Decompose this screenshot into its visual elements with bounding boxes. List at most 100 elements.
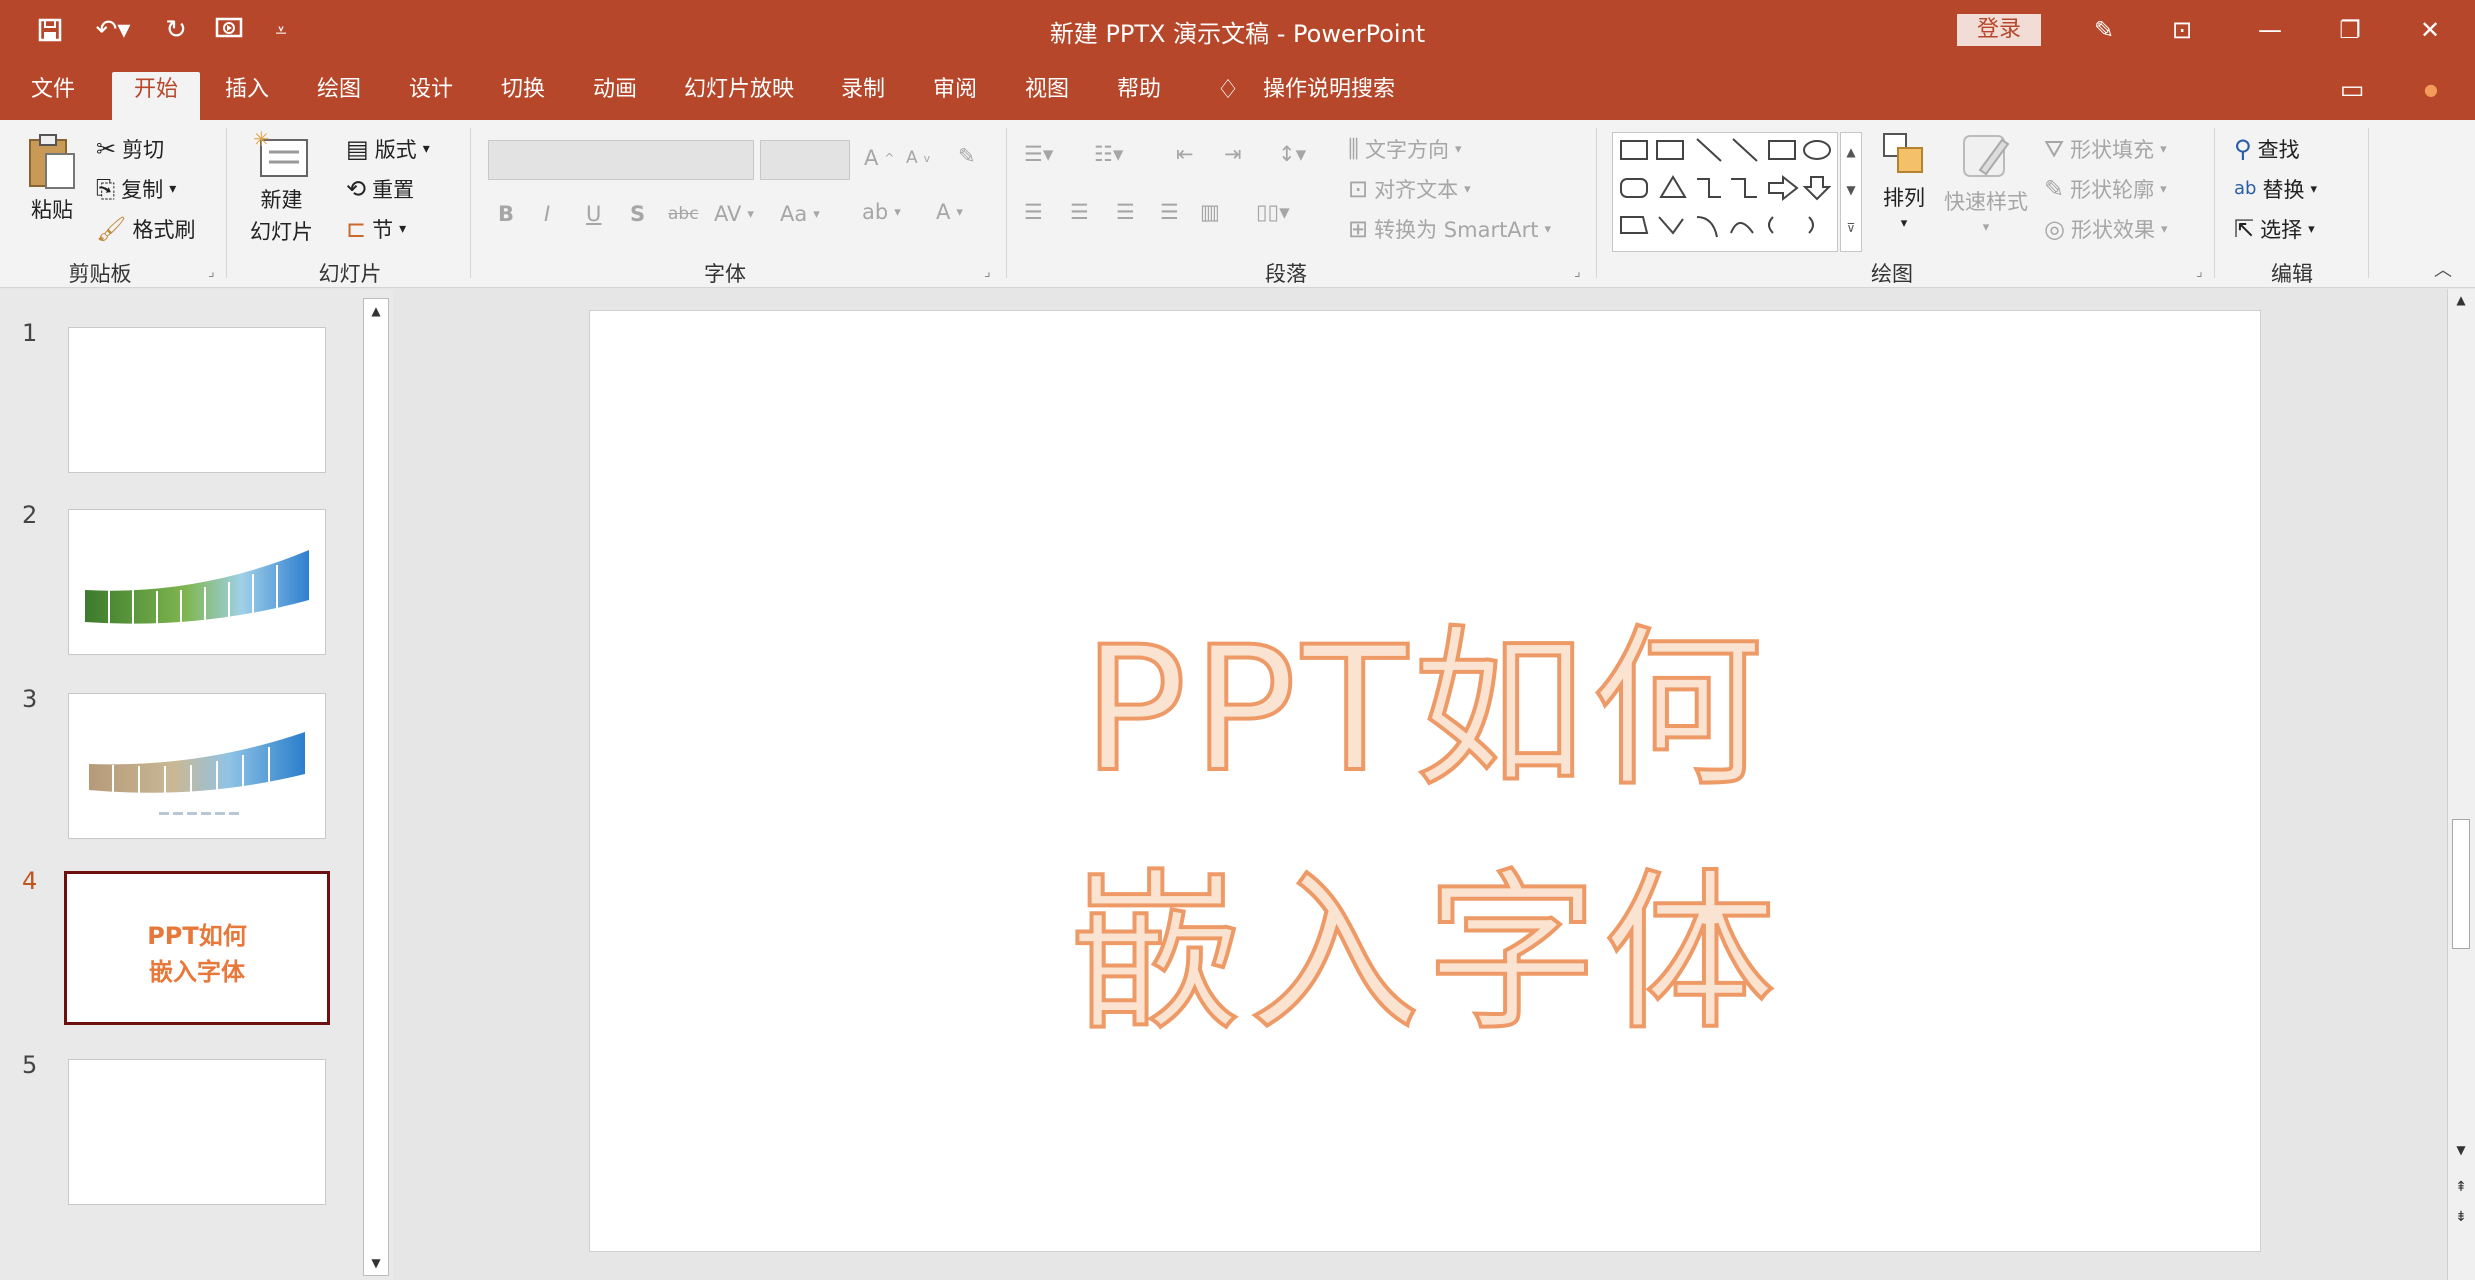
tab-design[interactable]: 设计 xyxy=(398,72,464,120)
brush-icon: 🖌 xyxy=(96,215,127,243)
slide-thumbnail-2[interactable] xyxy=(68,509,326,655)
slide-title-line2[interactable]: 嵌入字体 xyxy=(590,813,2262,1063)
replace-button[interactable]: ab 替换 ▾ xyxy=(2234,174,2317,204)
font-size-combo[interactable] xyxy=(760,140,850,180)
font-name-combo[interactable] xyxy=(488,140,754,180)
bullets-icon[interactable]: ☰▾ xyxy=(1024,142,1053,166)
text-direction-icon: ⫼ xyxy=(1348,135,1360,163)
minimize-icon[interactable]: — xyxy=(2240,10,2300,50)
numbering-icon[interactable]: ☷▾ xyxy=(1094,142,1123,166)
tab-view[interactable]: 视图 xyxy=(1014,72,1080,120)
comments-icon[interactable]: ▭ xyxy=(2330,72,2374,120)
char-spacing-label: AV xyxy=(714,202,742,226)
slide-title-line1[interactable]: PPT如何 xyxy=(590,569,2262,819)
tab-animations[interactable]: 动画 xyxy=(582,72,648,120)
distributed-icon[interactable]: ▥ xyxy=(1200,200,1220,224)
slide-canvas[interactable]: PPT如何 嵌入字体 xyxy=(589,310,2261,1252)
underline-button[interactable]: U xyxy=(586,202,601,226)
bold-button[interactable]: B xyxy=(498,202,514,226)
cut-button[interactable]: ✂ 剪切 xyxy=(96,134,164,164)
login-button[interactable]: 登录 xyxy=(1957,14,2041,46)
gallery-scroll-icon[interactable]: ▲ ▼ ⊽ xyxy=(1840,132,1862,252)
dialog-launcher-icon[interactable]: ⌟ xyxy=(984,264,991,280)
paste-icon xyxy=(29,134,75,189)
section-button[interactable]: ⊏ 节 ▾ xyxy=(346,214,406,244)
scroll-thumb[interactable] xyxy=(2452,819,2470,949)
increase-indent-icon[interactable]: ⇥ xyxy=(1224,142,1242,166)
collapse-ribbon-icon[interactable]: ︿ xyxy=(2434,256,2452,282)
smartart-button[interactable]: ⊞ 转换为 SmartArt ▾ xyxy=(1348,214,1551,244)
paste-button[interactable]: 粘贴 xyxy=(26,132,78,224)
tab-help[interactable]: 帮助 xyxy=(1106,72,1172,120)
tab-file[interactable]: 文件 xyxy=(20,72,86,120)
thumbnail-scrollbar[interactable]: ▲ ▼ xyxy=(363,298,389,1276)
dialog-launcher-icon[interactable]: ⌟ xyxy=(208,264,215,280)
quick-styles-label: 快速样式 xyxy=(1944,190,2028,214)
tab-transitions[interactable]: 切换 xyxy=(490,72,556,120)
tab-review[interactable]: 审阅 xyxy=(922,72,988,120)
find-button[interactable]: ⚲ 查找 xyxy=(2234,134,2300,164)
dialog-launcher-icon[interactable]: ⌟ xyxy=(1574,264,1581,280)
tell-me-search[interactable]: 操作说明搜索 xyxy=(1254,72,1404,120)
italic-button[interactable]: I xyxy=(544,202,550,226)
shape-effects-button[interactable]: ◎ 形状效果 ▾ xyxy=(2044,214,2167,244)
align-right-icon[interactable]: ☰ xyxy=(1116,200,1135,224)
ribbon-display-icon[interactable]: ⊡ xyxy=(2152,10,2212,50)
align-text-button[interactable]: ⊡ 对齐文本 ▾ xyxy=(1348,174,1471,204)
shape-fill-button[interactable]: ⛛ 形状填充 ▾ xyxy=(2044,134,2167,164)
tab-record[interactable]: 录制 xyxy=(830,72,896,120)
quick-styles-button[interactable]: 快速样式 ▾ xyxy=(1944,130,2028,235)
shape-outline-button[interactable]: ✎ 形状轮廓 ▾ xyxy=(2044,174,2167,204)
new-slide-button[interactable]: ✳ 新建 幻灯片 xyxy=(250,130,313,246)
next-slide-icon[interactable]: ⇟ xyxy=(2450,1209,2472,1231)
scroll-down-icon[interactable]: ▼ xyxy=(364,1251,388,1275)
change-case-button[interactable]: Aa ▾ xyxy=(780,202,820,226)
scroll-down-icon[interactable]: ▼ xyxy=(2450,1143,2472,1165)
justify-icon[interactable]: ☰ xyxy=(1160,200,1179,224)
select-button[interactable]: ⇱ 选择 ▾ xyxy=(2234,214,2315,244)
scroll-up-icon[interactable]: ▲ xyxy=(2450,293,2472,315)
reset-button[interactable]: ⟲ 重置 xyxy=(346,174,414,204)
grow-font-button[interactable]: A ^ xyxy=(864,146,894,170)
title-bar: ↶▾ ↻ ⩡ 新建 PPTX 演示文稿 - PowerPoint 登录 ✎ ⊡ … xyxy=(0,0,2475,60)
tab-home[interactable]: 开始 xyxy=(112,72,200,120)
restore-icon[interactable]: ❐ xyxy=(2320,10,2380,50)
slide-number: 5 xyxy=(22,1051,38,1079)
layout-icon: ▤ xyxy=(346,135,369,163)
slide-thumbnail-4[interactable]: PPT如何 嵌入字体 xyxy=(64,871,330,1025)
text-shadow-button[interactable]: S xyxy=(630,202,645,226)
strikethrough-button[interactable]: abc xyxy=(668,204,699,224)
vertical-scrollbar[interactable]: ▲ ▼ ⇞ ⇟ xyxy=(2447,289,2475,1280)
format-painter-button[interactable]: 🖌 格式刷 xyxy=(96,214,195,244)
scroll-up-icon[interactable]: ▲ xyxy=(364,299,388,323)
arrange-button[interactable]: 排列 ▾ xyxy=(1880,130,1928,231)
close-icon[interactable]: ✕ xyxy=(2400,10,2460,50)
shrink-font-button[interactable]: Av xyxy=(906,148,930,168)
slide-thumbnail-1[interactable] xyxy=(68,327,326,473)
slide-thumbnail-3[interactable] xyxy=(68,693,326,839)
align-center-icon[interactable]: ☰ xyxy=(1070,200,1089,224)
char-spacing-button[interactable]: AV ▾ xyxy=(714,202,754,226)
slide-thumbnail-5[interactable] xyxy=(68,1059,326,1205)
previous-slide-icon[interactable]: ⇞ xyxy=(2450,1179,2472,1201)
copy-button[interactable]: ⎘ 复制 ▾ xyxy=(96,174,176,204)
clear-format-icon[interactable]: ✎ xyxy=(958,144,976,168)
line-spacing-icon[interactable]: ↕▾ xyxy=(1278,142,1306,166)
select-label: 选择 xyxy=(2260,218,2303,242)
quick-styles-icon xyxy=(1963,135,2010,177)
status-dot-icon: ● xyxy=(2424,80,2438,99)
font-color-button[interactable]: A ▾ xyxy=(936,200,963,224)
decrease-indent-icon[interactable]: ⇤ xyxy=(1176,142,1194,166)
tab-draw[interactable]: 绘图 xyxy=(306,72,372,120)
align-left-icon[interactable]: ☰ xyxy=(1024,200,1043,224)
shapes-gallery[interactable] xyxy=(1612,132,1838,252)
text-direction-button[interactable]: ⫼ 文字方向 ▾ xyxy=(1348,134,1462,164)
columns-icon[interactable]: ▯▯▾ xyxy=(1256,200,1290,224)
slide-number: 2 xyxy=(22,501,38,529)
highlight-icon[interactable]: ab ▾ xyxy=(862,200,901,224)
dialog-launcher-icon[interactable]: ⌟ xyxy=(2196,264,2203,280)
layout-button[interactable]: ▤ 版式 ▾ xyxy=(346,134,430,164)
tab-insert[interactable]: 插入 xyxy=(214,72,280,120)
tab-slideshow[interactable]: 幻灯片放映 xyxy=(674,72,804,120)
wand-icon[interactable]: ✎ xyxy=(2074,10,2134,50)
